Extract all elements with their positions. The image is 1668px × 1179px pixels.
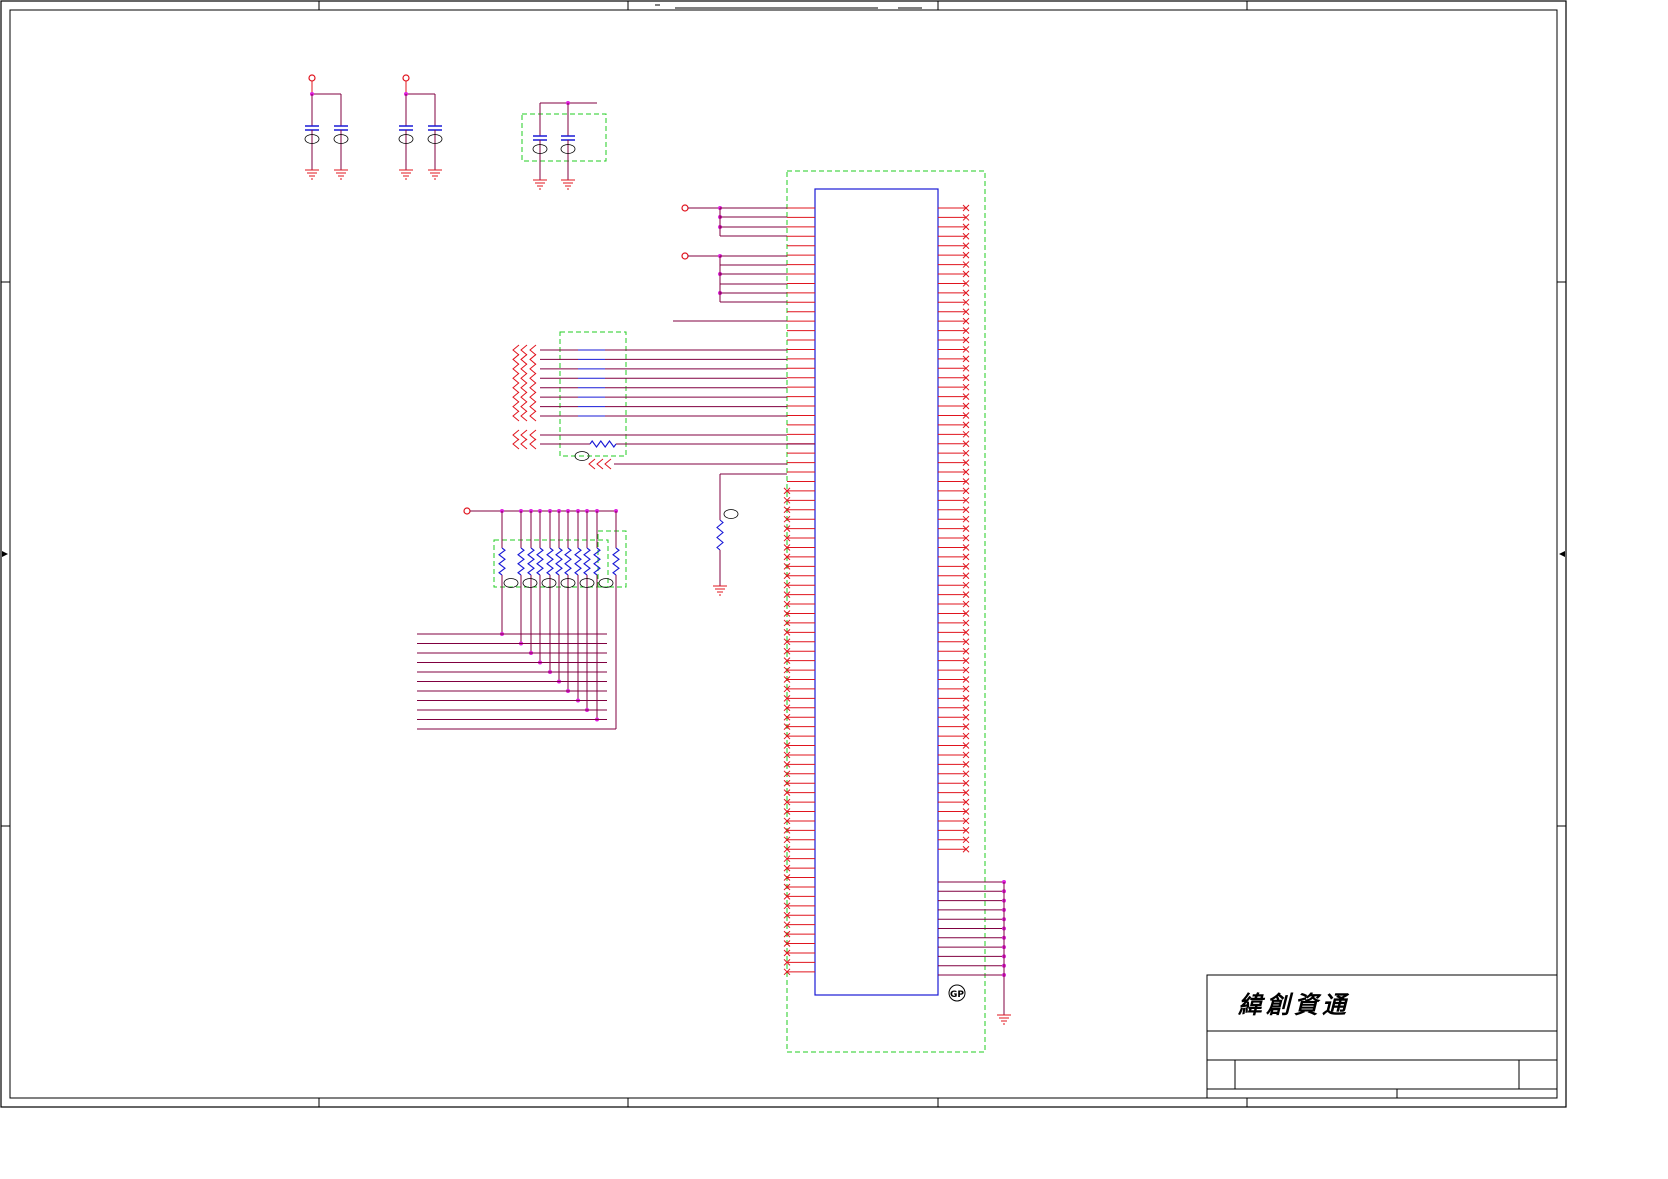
off-sheet-chevron-icon bbox=[529, 410, 537, 422]
resistor-icon bbox=[527, 547, 535, 576]
off-sheet-chevron-icon bbox=[520, 410, 528, 422]
off-sheet-chevron-icon bbox=[512, 391, 520, 403]
resistor-icon bbox=[546, 547, 554, 576]
off-sheet-chevron-icon bbox=[520, 382, 528, 394]
off-sheet-chevron-icon bbox=[512, 354, 520, 365]
ground-icon bbox=[713, 585, 727, 596]
pullup-group-box bbox=[493, 539, 609, 588]
refdes-tag-icon bbox=[503, 578, 519, 588]
gp-marker-label: GP bbox=[950, 990, 964, 1000]
off-sheet-chevron-icon bbox=[529, 372, 537, 384]
off-sheet-chevron-icon bbox=[512, 401, 520, 412]
ground-icon bbox=[561, 179, 575, 190]
off-sheet-chevron-icon bbox=[520, 401, 528, 412]
off-sheet-chevron-icon bbox=[529, 401, 537, 412]
off-sheet-chevron-icon bbox=[529, 429, 537, 441]
ground-icon bbox=[997, 1014, 1011, 1025]
off-sheet-chevron-icon bbox=[512, 382, 520, 394]
resistor-icon bbox=[583, 547, 591, 576]
off-sheet-chevron-icon bbox=[529, 354, 537, 365]
off-sheet-chevron-icon bbox=[520, 429, 528, 441]
off-sheet-chevron-icon bbox=[520, 344, 528, 356]
off-sheet-chevron-icon bbox=[512, 410, 520, 422]
signal-area bbox=[512, 204, 815, 596]
capacitor-icon bbox=[561, 135, 575, 141]
off-sheet-chevron-icon bbox=[529, 363, 537, 375]
off-sheet-chevron-icon bbox=[512, 363, 520, 375]
power-port-icon bbox=[463, 507, 471, 515]
refdes-tag-icon bbox=[522, 578, 538, 588]
off-sheet-chevron-icon bbox=[604, 458, 612, 470]
ground-icon bbox=[305, 169, 319, 180]
ground-icon bbox=[334, 169, 348, 180]
decoupling-caps-top bbox=[304, 74, 607, 190]
zone-arrow-right bbox=[1559, 551, 1565, 557]
schematic-sheet: GP bbox=[0, 0, 1567, 1108]
resistor-icon bbox=[536, 547, 544, 576]
off-sheet-chevron-icon bbox=[512, 438, 520, 450]
resistor-icon bbox=[589, 440, 617, 448]
ground-icon bbox=[399, 169, 413, 180]
off-sheet-chevron-icon bbox=[512, 429, 520, 441]
refdes-tag-icon bbox=[598, 578, 614, 588]
capacitor-icon bbox=[334, 125, 348, 131]
ground-icon bbox=[533, 179, 547, 190]
off-sheet-chevron-icon bbox=[588, 458, 596, 470]
power-port-icon bbox=[681, 252, 689, 260]
off-sheet-chevron-icon bbox=[529, 438, 537, 450]
off-sheet-chevron-icon bbox=[512, 344, 520, 356]
resistor-icon bbox=[498, 547, 506, 576]
capacitor-icon bbox=[399, 125, 413, 131]
resistor-icon bbox=[612, 547, 620, 576]
inner-border bbox=[9, 9, 1558, 1099]
off-sheet-chevron-icon bbox=[520, 391, 528, 403]
resistor-icon bbox=[716, 519, 724, 551]
company-name: 緯創資通 bbox=[1238, 990, 1350, 1019]
resistor-icon bbox=[517, 547, 525, 576]
off-sheet-chevron-icon bbox=[529, 391, 537, 403]
signal-group-box bbox=[559, 331, 627, 457]
zone-ticks bbox=[1, 1, 1566, 1107]
off-sheet-chevron-icon bbox=[520, 363, 528, 375]
off-sheet-chevron-icon bbox=[512, 372, 520, 384]
off-sheet-chevron-icon bbox=[520, 372, 528, 384]
power-port-icon bbox=[681, 204, 689, 212]
power-port-icon bbox=[402, 74, 410, 82]
connector-group-box bbox=[786, 170, 986, 1053]
cap-group-box bbox=[521, 113, 607, 162]
off-sheet-chevron-icon bbox=[520, 354, 528, 365]
resistor-icon bbox=[593, 547, 601, 576]
zone-arrow-left bbox=[2, 551, 8, 557]
resistor-icon bbox=[564, 547, 572, 576]
pullup-group-box bbox=[597, 530, 627, 588]
connector-pins bbox=[783, 204, 1011, 1025]
resistor-icon bbox=[574, 547, 582, 576]
resistor-icon bbox=[555, 547, 563, 576]
ground-icon bbox=[428, 169, 442, 180]
power-port-icon bbox=[308, 74, 316, 82]
off-sheet-chevron-icon bbox=[596, 458, 604, 470]
outer-border bbox=[0, 0, 1567, 1108]
capacitor-icon bbox=[305, 125, 319, 131]
pullup-array bbox=[417, 507, 627, 730]
refdes-tag-icon bbox=[723, 509, 739, 519]
refdes-tag-icon bbox=[541, 578, 557, 588]
off-sheet-chevron-icon bbox=[520, 438, 528, 450]
off-sheet-chevron-icon bbox=[529, 382, 537, 394]
connector-body bbox=[814, 188, 939, 996]
off-sheet-chevron-icon bbox=[529, 344, 537, 356]
capacitor-icon bbox=[533, 135, 547, 141]
capacitor-icon bbox=[428, 125, 442, 131]
